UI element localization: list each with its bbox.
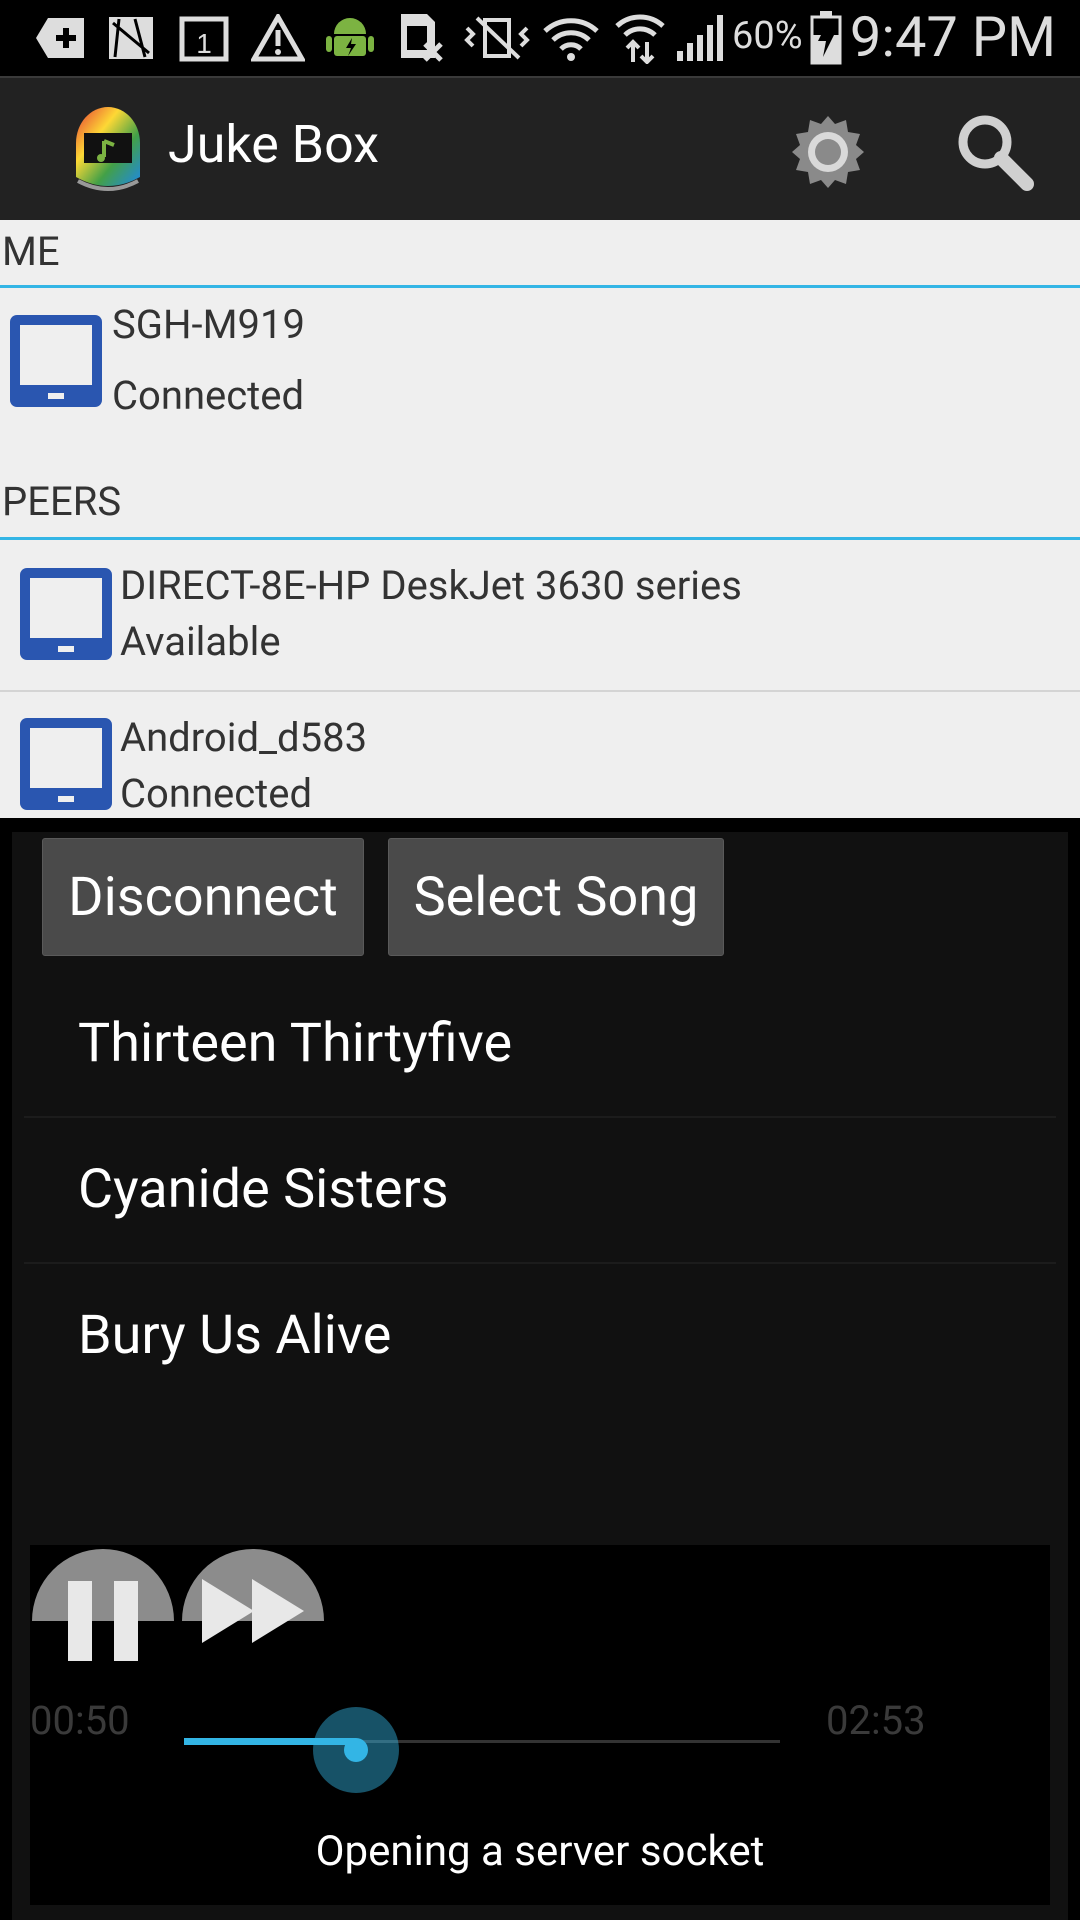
seek-bar-thumb[interactable] — [313, 1707, 399, 1793]
song-list-item[interactable]: Bury Us Alive — [12, 1262, 1052, 1408]
wifi-transfer-icon — [612, 12, 668, 64]
device-name: Android_d583 — [120, 714, 368, 761]
elapsed-time: 00:50 — [30, 1697, 130, 1744]
song-list-item[interactable]: Cyanide Sisters — [12, 1116, 1052, 1262]
device-status: Connected — [112, 372, 305, 419]
battery-percent: 60% — [732, 14, 803, 58]
song-list-item[interactable]: Thirteen Thirtyfive — [12, 970, 1052, 1116]
app-logo-icon — [70, 103, 146, 195]
me-section-header: ME — [0, 220, 1080, 288]
sim-card-x-icon — [396, 12, 446, 64]
plus-icon — [32, 12, 88, 64]
device-name: SGH-M919 — [112, 301, 305, 348]
disconnect-button[interactable]: Disconnect — [42, 838, 364, 956]
device-name: DIRECT-8E-HP DeskJet 3630 series — [120, 562, 742, 609]
pause-button[interactable] — [30, 1545, 176, 1667]
me-device-row[interactable]: SGH-M919 Connected — [0, 291, 1080, 421]
total-time: 02:53 — [826, 1697, 926, 1744]
action-bar: Juke Box — [0, 76, 1080, 220]
settings-gear-icon[interactable] — [790, 114, 866, 190]
device-icon — [8, 313, 104, 409]
device-icon — [18, 716, 114, 812]
svg-text:1: 1 — [196, 28, 212, 59]
device-status: Available — [120, 618, 281, 665]
device-list: ME SGH-M919 Connected PEERS DIRECT-8E-HP… — [0, 220, 1080, 818]
app-title: Juke Box — [168, 114, 379, 175]
signal-icon — [674, 12, 726, 64]
media-controller: 00:50 02:53 Opening a server socket — [30, 1545, 1050, 1905]
peer-device-row[interactable]: Android_d583 Connected — [0, 692, 1080, 818]
status-message: Opening a server socket — [315, 1827, 765, 1876]
warning-icon — [250, 12, 306, 64]
sim-card-icon — [104, 12, 158, 64]
battery-charging-icon — [808, 11, 844, 65]
peers-section-header: PEERS — [0, 470, 1080, 540]
select-song-button[interactable]: Select Song — [388, 838, 724, 956]
status-bar: 1 60% 9:47 PM — [0, 0, 1080, 75]
calendar-1-icon: 1 — [178, 12, 230, 64]
search-icon[interactable] — [955, 112, 1035, 192]
wifi-icon — [540, 12, 602, 64]
device-status: Connected — [120, 770, 313, 817]
android-icon — [322, 12, 378, 64]
fast-forward-button[interactable] — [180, 1545, 326, 1667]
clock: 9:47 PM — [849, 4, 1056, 70]
peer-device-row[interactable]: DIRECT-8E-HP DeskJet 3630 series Availab… — [0, 542, 1080, 690]
seek-thumb-center — [344, 1738, 368, 1762]
device-icon — [18, 566, 114, 662]
vibrate-icon — [462, 12, 532, 64]
